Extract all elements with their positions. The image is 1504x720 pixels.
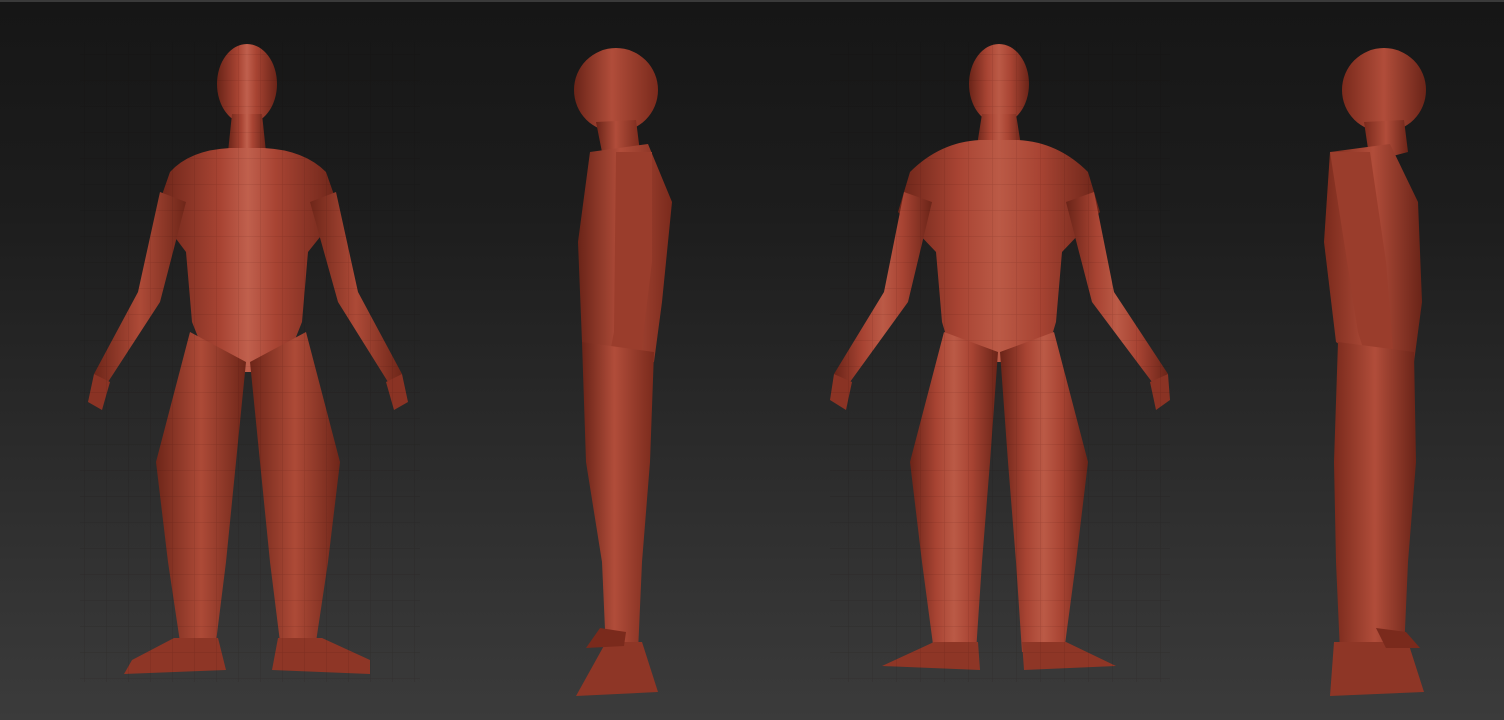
side-body-left <box>574 48 672 696</box>
3d-viewport[interactable] <box>0 0 1504 720</box>
front-figure <box>80 42 420 682</box>
model-side-view-left <box>530 2 730 720</box>
side-figure-right <box>1324 48 1426 696</box>
model-front-view <box>40 2 460 720</box>
model-side-view-right <box>1290 2 1490 720</box>
back-figure <box>830 42 1170 682</box>
back-body <box>830 42 1170 682</box>
side-figure-left <box>574 48 672 696</box>
side-body-right <box>1324 48 1426 696</box>
model-back-view <box>800 2 1200 720</box>
front-body <box>80 42 420 682</box>
